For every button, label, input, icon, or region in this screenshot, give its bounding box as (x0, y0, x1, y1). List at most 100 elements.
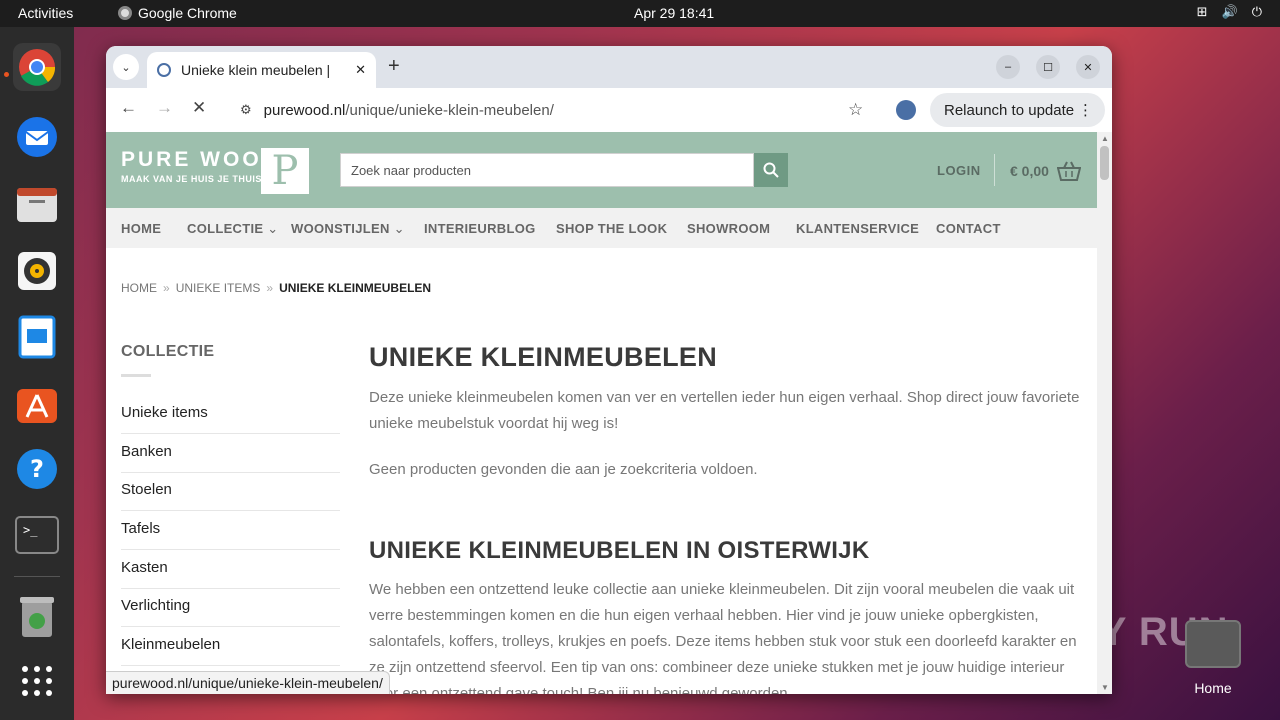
terminal-icon[interactable]: >_ (13, 511, 61, 559)
sidebar-title-underline (121, 374, 151, 377)
stop-loading-button[interactable]: ✕ (192, 98, 206, 118)
chevron-down-icon: ⌄ (393, 221, 405, 236)
chevron-down-icon: ⌄ (267, 221, 279, 236)
minimize-button[interactable]: – (996, 55, 1020, 79)
no-products-message: Geen producten gevonden die aan je zoekc… (369, 461, 758, 478)
login-link[interactable]: LOGIN (937, 163, 981, 178)
chrome-icon (118, 6, 132, 20)
nav-home[interactable]: HOME (121, 221, 161, 236)
nav-woonstijlen-label: WOONSTIJLEN (291, 221, 390, 236)
section-heading: UNIEKE KLEINMEUBELEN IN OISTERWIJK (369, 537, 870, 564)
help-icon[interactable]: ? (13, 445, 61, 493)
chrome-dock-icon[interactable] (13, 43, 61, 91)
desktop-home-folder[interactable]: Home (1184, 620, 1242, 696)
page-viewport: PURE WOOD MAAK VAN JE HUIS JE THUIS P Zo… (106, 132, 1097, 694)
main-navigation: HOME COLLECTIE ⌄ WOONSTIJLEN ⌄ INTERIEUR… (106, 208, 1097, 248)
site-header: PURE WOOD MAAK VAN JE HUIS JE THUIS P Zo… (106, 132, 1097, 208)
network-icon: ⊞ (1196, 4, 1208, 19)
nav-shop-the-look[interactable]: SHOP THE LOOK (556, 221, 667, 236)
logo-title: PURE WOOD (121, 148, 280, 171)
files-icon[interactable] (13, 180, 61, 228)
bookmark-star-icon[interactable]: ☆ (848, 100, 863, 120)
sidebar-item-unieke-items[interactable]: Unieke items (121, 404, 340, 434)
active-indicator (4, 72, 9, 77)
cart-link[interactable]: € 0,00 (1010, 161, 1081, 181)
libreoffice-impress-icon[interactable] (13, 313, 61, 361)
tab-search-button[interactable]: ⌄ (113, 54, 139, 80)
dock: ? >_ (0, 27, 74, 720)
trash-icon[interactable] (13, 593, 61, 641)
scroll-up-icon[interactable]: ▲ (1101, 134, 1109, 143)
site-logo[interactable]: PURE WOOD MAAK VAN JE HUIS JE THUIS (121, 148, 280, 184)
breadcrumb-current: UNIEKE KLEINMEUBELEN (279, 281, 432, 295)
svg-text:?: ? (30, 455, 44, 483)
url-domain: purewood.nl (263, 101, 346, 119)
nav-woonstijlen[interactable]: WOONSTIJLEN ⌄ (291, 221, 405, 237)
new-tab-button[interactable]: + (388, 55, 400, 78)
thunderbird-icon[interactable] (13, 113, 61, 161)
relaunch-label: Relaunch to update (944, 101, 1075, 119)
more-menu-icon[interactable]: ⋮ (1078, 101, 1093, 119)
dock-separator (14, 576, 60, 577)
search-icon (763, 162, 779, 178)
page-title: UNIEKE KLEINMEUBELEN (369, 342, 718, 372)
sidebar-title: COLLECTIE (121, 343, 215, 360)
sidebar-item-stoelen[interactable]: Stoelen (121, 481, 340, 511)
nav-collectie-label: COLLECTIE (187, 221, 264, 236)
logo-mark-icon[interactable]: P (261, 148, 309, 194)
breadcrumb-separator: » (163, 281, 170, 295)
nav-klantenservice[interactable]: KLANTENSERVICE (796, 221, 919, 236)
scroll-down-icon[interactable]: ▼ (1101, 683, 1109, 692)
logo-tagline: MAAK VAN JE HUIS JE THUIS (121, 174, 262, 184)
app-name: Google Chrome (138, 5, 237, 21)
app-center-icon[interactable] (13, 379, 61, 427)
body-text: We hebben een ontzettend leuke collectie… (369, 581, 1077, 694)
system-tray[interactable]: ⊞ 🔊 ⏻ (1197, 4, 1262, 20)
relaunch-button[interactable]: Relaunch to update ⋮ (930, 93, 1105, 127)
activities-button[interactable]: Activities (18, 5, 73, 21)
basket-icon (1056, 161, 1081, 181)
sidebar-item-kasten[interactable]: Kasten (121, 559, 340, 589)
address-bar[interactable]: ⚙ purewood.nl/unique/unieke-klein-meubel… (224, 93, 880, 127)
breadcrumb-unieke-items[interactable]: UNIEKE ITEMS (176, 281, 261, 295)
breadcrumb-home[interactable]: HOME (121, 281, 157, 295)
sidebar-item-kleinmeubelen[interactable]: Kleinmeubelen (121, 636, 340, 666)
search-button[interactable] (754, 153, 788, 187)
clock[interactable]: Apr 29 18:41 (634, 5, 714, 21)
product-search-input[interactable]: Zoek naar producten (340, 153, 754, 187)
site-info-icon[interactable]: ⚙ (240, 102, 252, 118)
svg-text:>_: >_ (23, 523, 38, 537)
breadcrumb-separator: » (266, 281, 274, 295)
nav-showroom[interactable]: SHOWROOM (687, 221, 770, 236)
tab-strip: ⌄ Unieke klein meubelen | ✕ + – ☐ ✕ (106, 46, 1112, 88)
forward-button[interactable]: → (156, 98, 173, 118)
page-scrollbar[interactable]: ▲ ▼ (1097, 132, 1112, 694)
link-status-bar: purewood.nl/unique/unieke-klein-meubelen… (106, 671, 390, 694)
app-grid-icon[interactable] (13, 657, 61, 705)
sidebar-item-verlichting[interactable]: Verlichting (121, 597, 340, 627)
header-divider (994, 154, 995, 186)
breadcrumb: HOME » UNIEKE ITEMS » UNIEKE KLEINMEUBELEN (121, 281, 431, 295)
rhythmbox-icon[interactable] (13, 247, 61, 295)
browser-window: ⌄ Unieke klein meubelen | ✕ + – ☐ ✕ ← → … (106, 46, 1112, 694)
maximize-button[interactable]: ☐ (1036, 55, 1060, 79)
nav-interieurblog[interactable]: INTERIEURBLOG (424, 221, 536, 236)
close-window-button[interactable]: ✕ (1076, 55, 1100, 79)
tab-close-icon[interactable]: ✕ (355, 62, 366, 78)
home-folder-icon (1185, 620, 1241, 668)
profile-avatar-icon[interactable] (896, 100, 916, 120)
scrollbar-thumb[interactable] (1100, 146, 1109, 180)
intro-text: Deze unieke kleinmeubelen komen van ver … (369, 389, 1080, 432)
url-path: /unique/unieke-klein-meubelen/ (345, 101, 554, 119)
nav-contact[interactable]: CONTACT (936, 221, 1001, 236)
nav-collectie[interactable]: COLLECTIE ⌄ (187, 221, 279, 237)
cart-total: € 0,00 (1010, 163, 1049, 179)
tab-favicon-icon (157, 63, 171, 77)
tab-title: Unieke klein meubelen | (181, 62, 331, 78)
sidebar-item-banken[interactable]: Banken (121, 443, 340, 473)
app-menu[interactable]: Google Chrome (118, 5, 237, 21)
tab-active[interactable]: Unieke klein meubelen | ✕ (147, 52, 376, 88)
system-top-bar: Activities Google Chrome Apr 29 18:41 ⊞ … (0, 0, 1280, 27)
back-button[interactable]: ← (120, 98, 137, 118)
sidebar-item-tafels[interactable]: Tafels (121, 520, 340, 550)
